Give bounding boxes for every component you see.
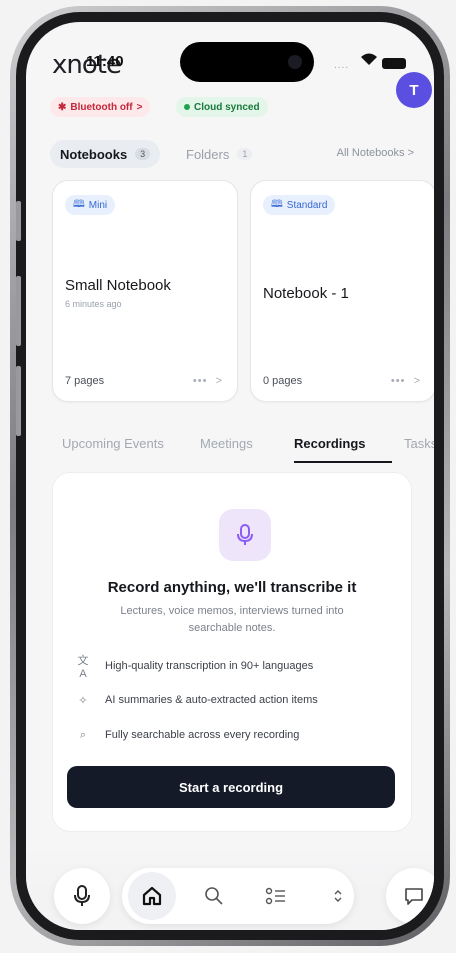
phone-volume-up-button <box>16 276 21 346</box>
all-notebooks-link[interactable]: All Notebooks > <box>337 147 414 159</box>
recordings-title: Record anything, we'll transcribe it <box>107 579 357 596</box>
feature-item: ✧ AI summaries & auto-extracted action i… <box>75 691 401 709</box>
tab-recordings[interactable]: Recordings <box>294 436 366 451</box>
start-recording-button[interactable]: Start a recording <box>67 766 395 808</box>
more-icon: ••• <box>390 375 406 387</box>
bluetooth-off-icon: ✱ <box>58 101 67 113</box>
notebook-more-menu[interactable]: ••• > <box>193 375 223 387</box>
phone-bezel: xnote 11:40 .... T ✱ Bluetooth off > Clo… <box>16 12 444 940</box>
expand-icon <box>334 890 342 902</box>
screen: xnote 11:40 .... T ✱ Bluetooth off > Clo… <box>26 22 434 930</box>
notebook-card-footer: 0 pages ••• > <box>263 375 421 387</box>
notebook-card-footer: 7 pages ••• > <box>65 375 223 387</box>
tab-folders[interactable]: Folders 1 <box>176 140 262 168</box>
notebook-type-label: Standard <box>286 199 328 211</box>
microphone-icon <box>74 885 90 906</box>
notebook-card-standard[interactable]: 🕮 Standard Notebook - 1 0 pages ••• > <box>250 180 434 402</box>
search-icon: ⌕ <box>79 728 87 741</box>
notebook-tabs: Notebooks 3 Folders 1 All Notebooks > <box>50 140 414 168</box>
feature-text: AI summaries & auto-extracted action ite… <box>105 694 318 706</box>
recordings-empty-state: Record anything, we'll transcribe it Lec… <box>52 472 412 832</box>
notebook-type-label: Mini <box>88 199 108 211</box>
feature-text: High-quality transcription in 90+ langua… <box>105 660 314 672</box>
chevron-right-icon: > <box>215 375 223 387</box>
feature-item: ⌕ Fully searchable across every recordin… <box>75 726 401 744</box>
avatar-initial: T <box>409 81 419 99</box>
nav-chat-button[interactable] <box>386 868 434 924</box>
notebook-type-badge: 🕮 Standard <box>263 195 336 215</box>
wifi-icon <box>361 53 377 65</box>
tab-notebooks-label: Notebooks <box>60 146 128 162</box>
nav-search-button[interactable] <box>198 880 230 912</box>
home-icon <box>142 886 162 906</box>
nav-expand-button[interactable] <box>322 880 354 912</box>
feature-text: Fully searchable across every recording <box>105 729 300 741</box>
book-icon: 🕮 <box>271 198 283 210</box>
notebook-title: Small Notebook <box>65 277 171 294</box>
content-tabs: Upcoming Events Meetings Recordings Task… <box>62 426 434 466</box>
microphone-icon <box>219 509 271 561</box>
tab-meetings[interactable]: Meetings <box>200 436 253 451</box>
active-tab-indicator <box>294 461 392 463</box>
cloud-status-chip: Cloud synced <box>176 97 268 117</box>
notebook-page-count: 0 pages <box>263 375 303 387</box>
phone-action-button <box>16 201 21 241</box>
notebook-card-mini[interactable]: 🕮 Mini Small Notebook 6 minutes ago 7 pa… <box>52 180 238 402</box>
search-icon <box>205 887 223 905</box>
phone-frame: xnote 11:40 .... T ✱ Bluetooth off > Clo… <box>10 6 450 946</box>
notebook-title: Notebook - 1 <box>263 285 349 302</box>
notebook-more-menu[interactable]: ••• > <box>391 375 421 387</box>
tab-upcoming-events[interactable]: Upcoming Events <box>62 436 164 451</box>
notebook-page-count: 7 pages <box>65 375 105 387</box>
chat-icon <box>405 888 423 905</box>
cloud-status-dot <box>184 104 190 110</box>
feature-item: 文A High-quality transcription in 90+ lan… <box>75 655 401 680</box>
chevron-right-icon: > <box>413 375 421 387</box>
bluetooth-label: Bluetooth off <box>70 101 133 113</box>
recordings-description: Lectures, voice memos, interviews turned… <box>120 605 344 634</box>
folders-count-badge: 1 <box>237 148 253 160</box>
sparkles-icon: ✧ <box>78 694 88 707</box>
cloud-label: Cloud synced <box>194 101 260 113</box>
notebook-type-badge: 🕮 Mini <box>65 195 116 215</box>
battery-icon <box>382 58 406 69</box>
translate-icon: 文A <box>77 655 89 680</box>
signal-icon: .... <box>334 60 350 71</box>
bluetooth-status-chip[interactable]: ✱ Bluetooth off > <box>50 97 151 117</box>
camera-icon <box>288 55 302 69</box>
notebook-modified-time: 6 minutes ago <box>65 299 122 309</box>
tab-notebooks[interactable]: Notebooks 3 <box>50 140 161 168</box>
book-icon: 🕮 <box>73 198 85 210</box>
list-icon <box>265 887 285 905</box>
nav-home-button[interactable] <box>136 880 168 912</box>
phone-volume-down-button <box>16 366 21 436</box>
tab-tasks[interactable]: Tasks <box>404 436 434 451</box>
chevron-right-icon: > <box>136 101 143 113</box>
tab-folders-label: Folders <box>186 146 230 162</box>
notebooks-count-badge: 3 <box>135 148 151 160</box>
avatar[interactable]: T <box>396 72 432 108</box>
nav-tasks-button[interactable] <box>260 880 292 912</box>
status-time: 11:40 <box>86 53 124 70</box>
more-icon: ••• <box>192 375 208 387</box>
nav-record-button[interactable] <box>54 868 110 924</box>
dynamic-island <box>180 42 314 82</box>
